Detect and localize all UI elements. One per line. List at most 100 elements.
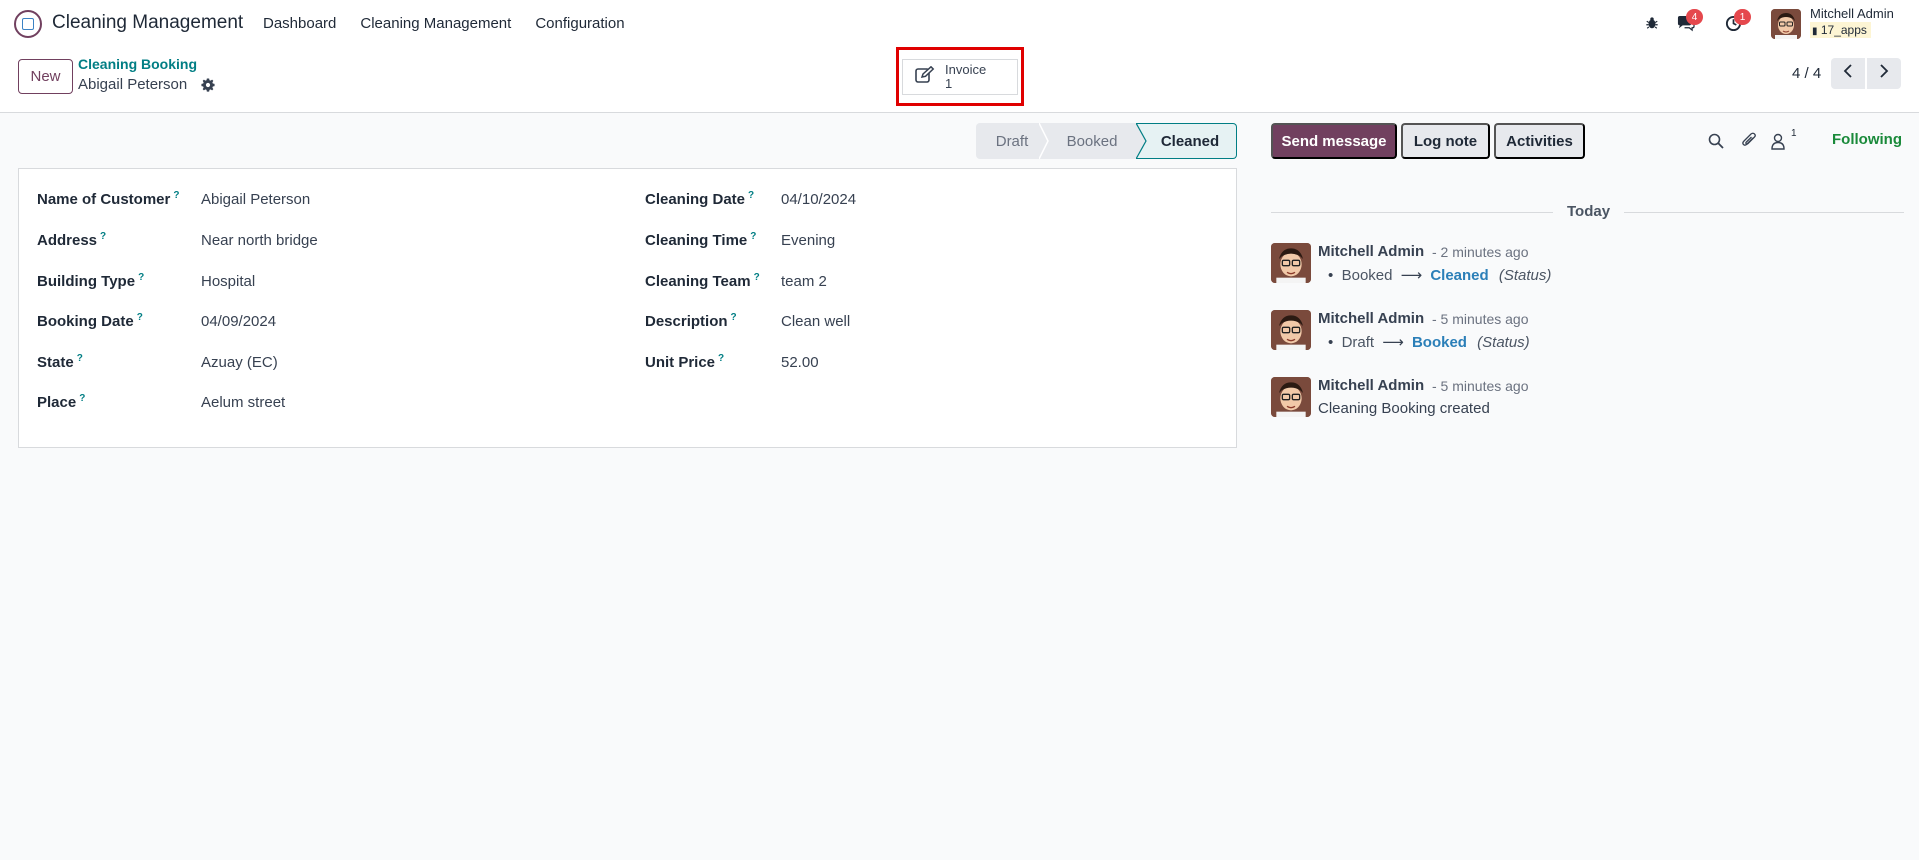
breadcrumb-current: Abigail Peterson — [78, 76, 188, 93]
pager-next-button[interactable] — [1867, 58, 1901, 89]
database-icon: ▮ — [1812, 26, 1818, 37]
tracking-value: • Draft ⟶ Booked (Status) — [1328, 334, 1530, 351]
messages-icon[interactable]: 4 — [1675, 9, 1703, 33]
pager-previous-button[interactable] — [1831, 58, 1865, 89]
label-unit-price: Unit Price? — [645, 353, 725, 371]
help-icon[interactable]: ? — [173, 190, 179, 201]
edit-icon — [915, 65, 937, 89]
label-cleaning-team: Cleaning Team? — [645, 272, 760, 290]
message-time: - 5 minutes ago — [1432, 311, 1529, 327]
long-arrow-right-icon: ⟶ — [1400, 267, 1423, 284]
stage-draft-label: Draft — [995, 132, 1029, 150]
tracking-field: (Status) — [1498, 267, 1552, 284]
pager-value[interactable]: 4 / 4 — [1792, 65, 1821, 82]
message-avatar[interactable] — [1271, 243, 1311, 283]
status-bar: Draft Booked Cleaned — [976, 123, 1237, 159]
stage-cleaned[interactable]: Cleaned — [1136, 123, 1237, 159]
follower-count: 1 — [1791, 128, 1797, 139]
value-cleaning-team[interactable]: team 2 — [781, 273, 827, 290]
help-icon[interactable]: ? — [100, 231, 106, 242]
stage-arrow — [1136, 123, 1147, 159]
message-body: Cleaning Booking created — [1318, 400, 1490, 417]
app-title[interactable]: Cleaning Management — [52, 12, 243, 34]
stage-cleaned-label: Cleaned — [1160, 132, 1220, 150]
label-booking-date: Booking Date? — [37, 312, 143, 330]
tracking-new-value: Booked — [1411, 334, 1467, 351]
value-cleaning-time[interactable]: Evening — [781, 232, 835, 249]
message-author[interactable]: Mitchell Admin — [1318, 377, 1424, 394]
value-booking-date[interactable]: 04/09/2024 — [201, 313, 276, 330]
message-author[interactable]: Mitchell Admin — [1318, 310, 1424, 327]
search-icon[interactable] — [1706, 131, 1726, 151]
followers-icon[interactable] — [1768, 131, 1788, 151]
tracking-old-value: Booked — [1341, 267, 1393, 284]
top-navbar: Cleaning Management Dashboard Cleaning M… — [0, 0, 1919, 47]
menu-cleaning-management[interactable]: Cleaning Management — [360, 15, 511, 32]
message-author[interactable]: Mitchell Admin — [1318, 243, 1424, 260]
help-icon[interactable]: ? — [750, 231, 756, 242]
long-arrow-right-icon: ⟶ — [1382, 334, 1404, 351]
tracking-old-value: Draft — [1341, 334, 1375, 351]
database-name: 17_apps — [1820, 23, 1867, 37]
user-name[interactable]: Mitchell Admin — [1810, 6, 1894, 21]
message-time: - 2 minutes ago — [1432, 244, 1529, 260]
help-icon[interactable]: ? — [748, 190, 754, 201]
user-avatar[interactable] — [1771, 9, 1801, 39]
invoice-count: 1 — [945, 76, 953, 91]
invoice-label: Invoice — [945, 62, 987, 77]
label-building-type: Building Type? — [37, 272, 145, 290]
label-cleaning-date: Cleaning Date? — [645, 190, 755, 208]
value-building-type[interactable]: Hospital — [201, 273, 255, 290]
value-description[interactable]: Clean well — [781, 313, 850, 330]
gear-icon[interactable] — [201, 78, 215, 92]
chatter-actions: Send message Log note Activities — [1271, 123, 1585, 159]
help-icon[interactable]: ? — [718, 353, 724, 364]
stage-booked[interactable]: Booked — [1048, 123, 1136, 159]
debug-bug-icon[interactable] — [1642, 13, 1662, 33]
database-badge: ▮ 17_apps — [1810, 22, 1871, 38]
app-home-icon[interactable] — [14, 10, 42, 38]
value-state[interactable]: Azuay (EC) — [201, 354, 278, 371]
activities-clock-icon[interactable]: 1 — [1723, 9, 1751, 33]
following-button[interactable]: Following — [1832, 131, 1902, 148]
tracking-new-value: Cleaned — [1430, 267, 1489, 284]
menu-configuration[interactable]: Configuration — [535, 15, 624, 32]
label-customer-name: Name of Customer? — [37, 190, 180, 208]
label-description: Description? — [645, 312, 737, 330]
label-state: State? — [37, 353, 83, 371]
label-cleaning-time: Cleaning Time? — [645, 231, 757, 249]
help-icon[interactable]: ? — [137, 312, 143, 323]
control-panel: New Cleaning Booking Abigail Peterson In… — [0, 47, 1919, 113]
value-cleaning-date[interactable]: 04/10/2024 — [781, 191, 856, 208]
message-avatar[interactable] — [1271, 310, 1311, 350]
help-icon[interactable]: ? — [754, 272, 760, 283]
form-sheet: Name of Customer? Abigail Peterson Addre… — [18, 168, 1237, 448]
label-address: Address? — [37, 231, 107, 249]
log-note-button[interactable]: Log note — [1401, 123, 1490, 159]
send-message-button[interactable]: Send message — [1271, 123, 1397, 159]
value-place[interactable]: Aelum street — [201, 394, 285, 411]
value-unit-price[interactable]: 52.00 — [781, 354, 819, 371]
new-button[interactable]: New — [18, 59, 73, 94]
main-menu: Dashboard Cleaning Management Configurat… — [263, 15, 625, 32]
tracking-field: (Status) — [1477, 334, 1530, 351]
stage-draft[interactable]: Draft — [976, 123, 1049, 159]
activities-badge: 1 — [1734, 9, 1751, 25]
message-avatar[interactable] — [1271, 377, 1311, 417]
stage-booked-label: Booked — [1066, 132, 1118, 150]
invoice-smart-button[interactable]: Invoice 1 — [902, 59, 1018, 95]
chevron-right-icon — [1879, 64, 1889, 83]
stage-separator — [1039, 123, 1049, 159]
paperclip-icon[interactable] — [1739, 131, 1759, 151]
menu-dashboard[interactable]: Dashboard — [263, 15, 336, 32]
value-address[interactable]: Near north bridge — [201, 232, 318, 249]
help-icon[interactable]: ? — [77, 353, 83, 364]
help-icon[interactable]: ? — [731, 312, 737, 323]
date-separator-label: Today — [1553, 203, 1625, 220]
value-customer-name[interactable]: Abigail Peterson — [201, 191, 310, 208]
breadcrumb-parent[interactable]: Cleaning Booking — [78, 56, 197, 72]
help-icon[interactable]: ? — [79, 393, 85, 404]
activities-button[interactable]: Activities — [1494, 123, 1585, 159]
messages-badge: 4 — [1686, 9, 1703, 25]
help-icon[interactable]: ? — [138, 272, 144, 283]
